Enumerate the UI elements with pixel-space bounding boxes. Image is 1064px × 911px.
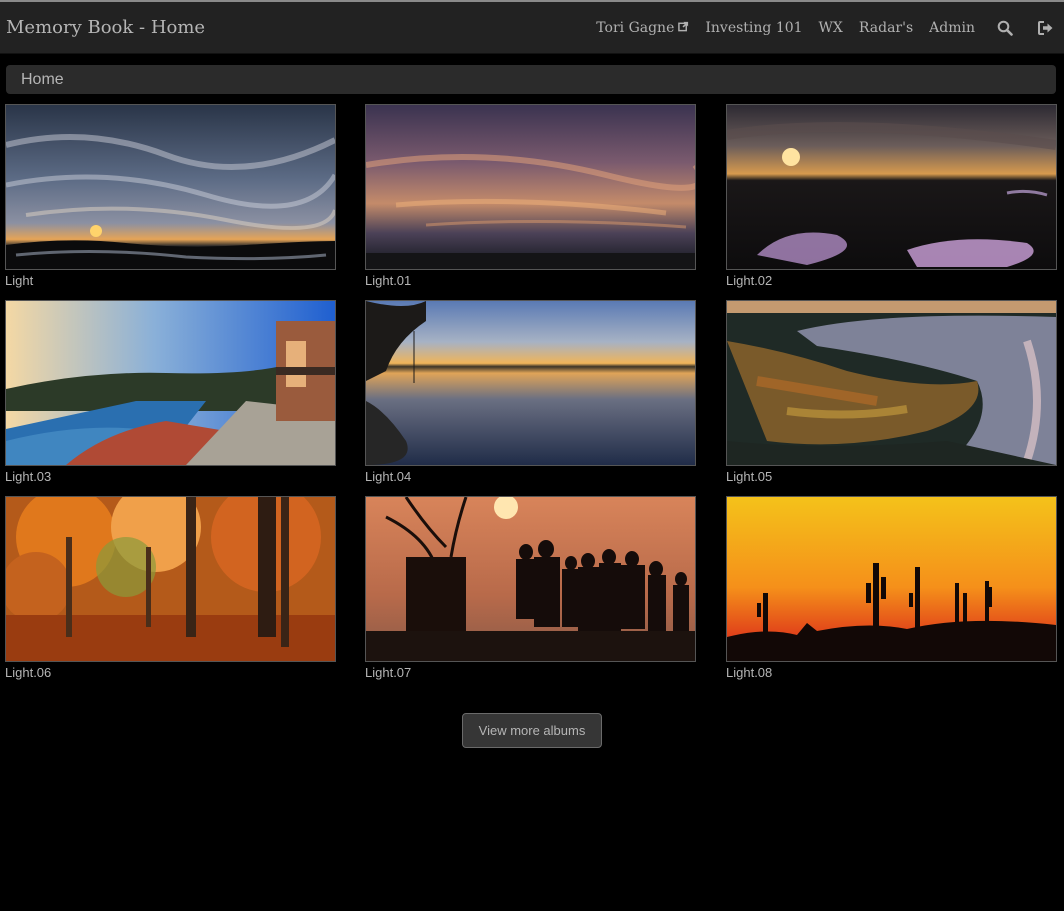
album-caption[interactable]: Light.04 bbox=[365, 469, 696, 484]
album-thumbnail[interactable] bbox=[5, 300, 336, 466]
album-caption[interactable]: Light.03 bbox=[5, 469, 336, 484]
album-card-light-07[interactable]: Light.07 bbox=[365, 496, 696, 680]
nav-link-wx[interactable]: WX bbox=[819, 20, 843, 36]
album-caption[interactable]: Light.08 bbox=[726, 665, 1057, 680]
view-more-albums-button[interactable]: View more albums bbox=[462, 713, 602, 748]
nav-link-label: WX bbox=[818, 19, 843, 36]
album-caption[interactable]: Light.06 bbox=[5, 665, 336, 680]
brand-title[interactable]: Memory Book - Home bbox=[6, 17, 205, 38]
navbar: Memory Book - Home Tori Gagne Investing … bbox=[0, 2, 1064, 54]
external-link-icon bbox=[678, 20, 689, 36]
album-card-light-03[interactable]: Light.03 bbox=[5, 300, 336, 484]
more-albums-wrapper: View more albums bbox=[0, 713, 1064, 748]
album-thumbnail[interactable] bbox=[365, 496, 696, 662]
album-thumbnail[interactable] bbox=[365, 300, 696, 466]
nav-link-investing-101[interactable]: Investing 101 bbox=[705, 20, 802, 36]
album-card-light-01[interactable]: Light.01 bbox=[365, 104, 696, 288]
breadcrumb-current: Home bbox=[21, 70, 64, 88]
album-thumbnail[interactable] bbox=[726, 300, 1057, 466]
album-card-light-08[interactable]: Light.08 bbox=[726, 496, 1057, 680]
nav-links: Tori Gagne Investing 101 WX Radar's Admi… bbox=[580, 2, 1058, 53]
nav-link-label: Radar's bbox=[858, 19, 914, 36]
album-thumbnail[interactable] bbox=[726, 496, 1057, 662]
album-card-light[interactable]: Light bbox=[5, 104, 336, 288]
search-icon[interactable] bbox=[997, 20, 1013, 36]
album-card-light-04[interactable]: Light.04 bbox=[365, 300, 696, 484]
album-caption[interactable]: Light.01 bbox=[365, 273, 696, 288]
album-card-light-06[interactable]: Light.06 bbox=[5, 496, 336, 680]
album-caption[interactable]: Light bbox=[5, 273, 336, 288]
album-grid: Light Light.01 Light.02 Light.03 Light.0… bbox=[0, 104, 1064, 694]
nav-link-admin[interactable]: Admin bbox=[929, 20, 975, 36]
nav-link-radars[interactable]: Radar's bbox=[859, 20, 913, 36]
album-card-light-02[interactable]: Light.02 bbox=[726, 104, 1057, 288]
album-caption[interactable]: Light.05 bbox=[726, 469, 1057, 484]
album-thumbnail[interactable] bbox=[726, 104, 1057, 270]
album-thumbnail[interactable] bbox=[365, 104, 696, 270]
nav-link-label: Admin bbox=[929, 19, 975, 36]
nav-link-tori-gagne[interactable]: Tori Gagne bbox=[596, 20, 689, 36]
logout-icon[interactable] bbox=[1037, 20, 1054, 36]
album-card-light-05[interactable]: Light.05 bbox=[726, 300, 1057, 484]
album-caption[interactable]: Light.02 bbox=[726, 273, 1057, 288]
album-thumbnail[interactable] bbox=[5, 496, 336, 662]
nav-link-label: Investing 101 bbox=[705, 19, 803, 36]
nav-link-label: Tori Gagne bbox=[596, 19, 675, 36]
album-caption[interactable]: Light.07 bbox=[365, 665, 696, 680]
album-thumbnail[interactable] bbox=[5, 104, 336, 270]
breadcrumb: Home bbox=[6, 65, 1056, 94]
